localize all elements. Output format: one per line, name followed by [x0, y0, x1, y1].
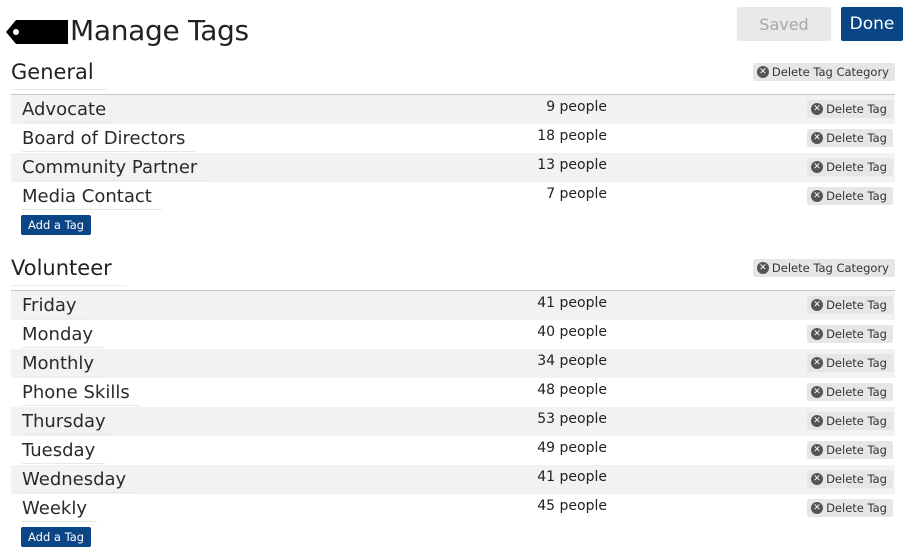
tag-row: Weekly 45 people ✕ Delete Tag: [11, 494, 895, 523]
delete-tag-label: Delete Tag: [826, 160, 887, 174]
tag-category-general: General ✕ Delete Tag Category Advocate 9…: [11, 60, 895, 235]
close-circle-icon: ✕: [811, 444, 824, 456]
add-tag-button[interactable]: Add a Tag: [21, 527, 92, 547]
tag-count: 45 people: [537, 498, 607, 514]
tag-row: Thursday 53 people ✕ Delete Tag: [11, 407, 895, 436]
tag-row: Monday 40 people ✕ Delete Tag: [11, 320, 895, 349]
tag-row: Media Contact 7 people ✕ Delete Tag: [11, 182, 895, 211]
tag-list: Friday 41 people ✕ Delete Tag Monday 40 …: [11, 290, 895, 523]
tag-list: Advocate 9 people ✕ Delete Tag Board of …: [11, 94, 895, 211]
tag-category-volunteer: Volunteer ✕ Delete Tag Category Friday 4…: [11, 256, 895, 547]
tag-row: Wednesday 41 people ✕ Delete Tag: [11, 465, 895, 494]
tag-name[interactable]: Weekly: [22, 498, 97, 522]
delete-tag-button[interactable]: ✕ Delete Tag: [807, 129, 893, 147]
close-circle-icon: ✕: [811, 473, 824, 485]
close-circle-icon: ✕: [811, 132, 824, 144]
tag-icon: [6, 20, 68, 44]
close-circle-icon: ✕: [811, 357, 824, 369]
tag-name[interactable]: Monthly: [22, 353, 105, 377]
tag-count: 53 people: [537, 411, 607, 427]
category-title: General: [11, 60, 108, 90]
close-circle-icon: ✕: [811, 161, 824, 173]
tag-name[interactable]: Advocate: [22, 99, 117, 123]
tag-row: Monthly 34 people ✕ Delete Tag: [11, 349, 895, 378]
delete-tag-label: Delete Tag: [826, 414, 887, 428]
tag-name[interactable]: Tuesday: [22, 440, 106, 464]
done-button[interactable]: Done: [841, 7, 903, 41]
tag-name[interactable]: Thursday: [22, 411, 116, 435]
close-circle-icon: ✕: [811, 386, 824, 398]
delete-tag-button[interactable]: ✕ Delete Tag: [807, 470, 893, 488]
close-circle-icon: ✕: [756, 66, 769, 78]
tag-count: 49 people: [537, 440, 607, 456]
delete-tag-button[interactable]: ✕ Delete Tag: [807, 499, 893, 517]
tag-name[interactable]: Phone Skills: [22, 382, 140, 406]
delete-tag-label: Delete Tag: [826, 443, 887, 457]
delete-tag-button[interactable]: ✕ Delete Tag: [807, 354, 893, 372]
delete-tag-button[interactable]: ✕ Delete Tag: [807, 383, 893, 401]
delete-category-button[interactable]: ✕ Delete Tag Category: [752, 63, 895, 81]
delete-tag-label: Delete Tag: [826, 501, 887, 515]
delete-category-label: Delete Tag Category: [771, 65, 889, 79]
delete-tag-button[interactable]: ✕ Delete Tag: [807, 158, 893, 176]
delete-tag-label: Delete Tag: [826, 189, 887, 203]
delete-tag-button[interactable]: ✕ Delete Tag: [807, 296, 893, 314]
delete-tag-label: Delete Tag: [826, 327, 887, 341]
tag-row: Phone Skills 48 people ✕ Delete Tag: [11, 378, 895, 407]
delete-tag-label: Delete Tag: [826, 356, 887, 370]
tag-count: 34 people: [537, 353, 607, 369]
close-circle-icon: ✕: [811, 299, 824, 311]
saved-button[interactable]: Saved: [737, 7, 831, 41]
delete-tag-button[interactable]: ✕ Delete Tag: [807, 187, 893, 205]
delete-tag-button[interactable]: ✕ Delete Tag: [807, 325, 893, 343]
tag-row: Tuesday 49 people ✕ Delete Tag: [11, 436, 895, 465]
add-tag-button[interactable]: Add a Tag: [21, 215, 92, 235]
tag-count: 7 people: [546, 186, 607, 202]
category-header: Volunteer ✕ Delete Tag Category: [11, 256, 895, 290]
close-circle-icon: ✕: [811, 328, 824, 340]
category-title: Volunteer: [11, 256, 126, 286]
delete-tag-label: Delete Tag: [826, 385, 887, 399]
delete-category-label: Delete Tag Category: [771, 261, 889, 275]
close-circle-icon: ✕: [811, 415, 824, 427]
category-header: General ✕ Delete Tag Category: [11, 60, 895, 94]
delete-tag-label: Delete Tag: [826, 131, 887, 145]
delete-tag-button[interactable]: ✕ Delete Tag: [807, 100, 893, 118]
page-title: Manage Tags: [70, 14, 249, 47]
tag-name[interactable]: Media Contact: [22, 186, 162, 210]
tag-row: Advocate 9 people ✕ Delete Tag: [11, 95, 895, 124]
tag-name[interactable]: Board of Directors: [22, 128, 196, 152]
delete-tag-label: Delete Tag: [826, 102, 887, 116]
close-circle-icon: ✕: [811, 103, 824, 115]
tag-row: Community Partner 13 people ✕ Delete Tag: [11, 153, 895, 182]
tag-name[interactable]: Friday: [22, 295, 87, 319]
tag-count: 18 people: [537, 128, 607, 144]
tag-row: Friday 41 people ✕ Delete Tag: [11, 291, 895, 320]
delete-category-button[interactable]: ✕ Delete Tag Category: [752, 259, 895, 277]
delete-tag-button[interactable]: ✕ Delete Tag: [807, 412, 893, 430]
page-header: Manage Tags Saved Done: [0, 0, 908, 56]
tag-count: 9 people: [546, 99, 607, 115]
tag-count: 48 people: [537, 382, 607, 398]
delete-tag-label: Delete Tag: [826, 298, 887, 312]
close-circle-icon: ✕: [756, 262, 769, 274]
tag-row: Board of Directors 18 people ✕ Delete Ta…: [11, 124, 895, 153]
tag-count: 41 people: [537, 295, 607, 311]
tag-count: 40 people: [537, 324, 607, 340]
delete-tag-label: Delete Tag: [826, 472, 887, 486]
tag-name[interactable]: Wednesday: [22, 469, 137, 493]
tag-name[interactable]: Community Partner: [22, 157, 208, 181]
tag-count: 41 people: [537, 469, 607, 485]
close-circle-icon: ✕: [811, 502, 824, 514]
close-circle-icon: ✕: [811, 190, 824, 202]
tag-count: 13 people: [537, 157, 607, 173]
delete-tag-button[interactable]: ✕ Delete Tag: [807, 441, 893, 459]
tag-name[interactable]: Monday: [22, 324, 104, 348]
